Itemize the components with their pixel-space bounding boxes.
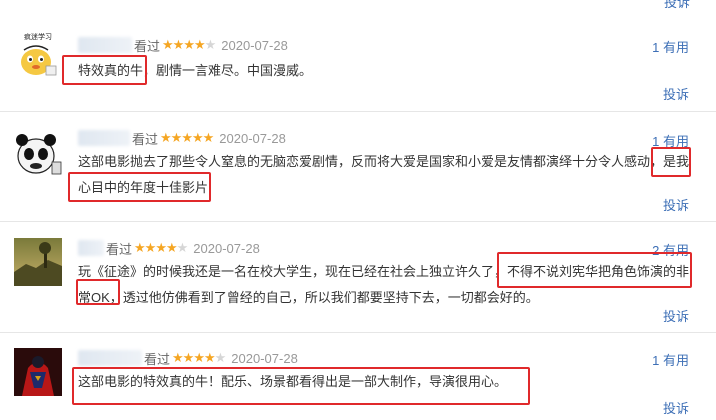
username-blurred[interactable] (78, 350, 142, 366)
watched-label: 看过 (106, 241, 133, 257)
report-link-top[interactable]: 投诉 (664, 0, 690, 11)
review-line: 这部电影的特效真的牛！配乐、场景都看得出是一部大制作，导演很用心。 (78, 374, 508, 389)
review-line: 常OK，透过他仿佛看到了曾经的自己，所以我们都要坚持下去，一切都会好的。 (78, 290, 539, 305)
review-meta: 看过 ★★★★★ 2020-07-28 (78, 348, 298, 368)
rating-stars: ★★★★★ (172, 350, 226, 365)
review-meta: 看过 ★★★★★ 2020-07-28 (78, 238, 260, 258)
watched-label: 看过 (132, 131, 159, 147)
review-date: 2020-07-28 (231, 350, 298, 366)
review-content: 这部电影抛去了那些令人窒息的无脑恋爱剧情，反而将大爱是国家和小爱是友情都演绎十分… (78, 149, 698, 201)
useful-button[interactable]: 2 有用 (652, 240, 689, 259)
review-line: 特效真的牛，剧情一言难尽。中国漫威。 (78, 63, 313, 78)
rating-stars: ★★★★★ (160, 130, 214, 145)
divider (0, 332, 716, 333)
username-blurred[interactable] (78, 130, 130, 146)
rating-stars: ★★★★★ (162, 37, 216, 52)
review-content: 玩《征途》的时候我还是一名在校大学生，现在已经在社会上独立许久了，不得不说刘宪华… (78, 259, 698, 311)
watched-label: 看过 (134, 38, 161, 54)
review-date: 2020-07-28 (221, 37, 288, 53)
divider (0, 111, 716, 112)
review-meta: 看过 ★★★★★ 2020-07-28 (78, 35, 288, 55)
useful-button[interactable]: 1 有用 (652, 37, 689, 56)
report-link[interactable]: 投诉 (663, 398, 689, 417)
review-content: 这部电影的特效真的牛！配乐、场景都看得出是一部大制作，导演很用心。 (78, 369, 698, 395)
useful-button[interactable]: 1 有用 (652, 350, 689, 369)
review-date: 2020-07-28 (219, 130, 286, 146)
useful-button[interactable]: 1 有用 (652, 131, 689, 150)
review-date: 2020-07-28 (193, 240, 260, 256)
report-link[interactable]: 投诉 (663, 195, 689, 214)
review-content: 特效真的牛，剧情一言难尽。中国漫威。 (78, 58, 698, 84)
review-meta: 看过 ★★★★★ 2020-07-28 (78, 128, 286, 148)
username-blurred[interactable] (78, 37, 132, 53)
watched-label: 看过 (144, 351, 171, 367)
divider (0, 221, 716, 222)
landscape-photo-avatar (14, 238, 62, 286)
cartoon-chick-avatar: 疯迷学习 (14, 30, 62, 78)
superhero-avatar (14, 348, 62, 396)
report-link[interactable]: 投诉 (663, 84, 689, 103)
panda-meme-avatar (14, 128, 62, 176)
report-link[interactable]: 投诉 (663, 306, 689, 325)
review-line: 这部电影抛去了那些令人窒息的无脑恋爱剧情，反而将大爱是国家和小爱是友情都演绎十分… (78, 154, 690, 169)
review-line: 玩《征途》的时候我还是一名在校大学生，现在已经在社会上独立许久了，不得不说刘宪华… (78, 264, 690, 279)
rating-stars: ★★★★★ (134, 240, 188, 255)
review-line: 心目中的年度十佳影片 (78, 180, 209, 195)
avatar-caption: 疯迷学习 (24, 32, 52, 41)
username-blurred[interactable] (78, 240, 104, 256)
